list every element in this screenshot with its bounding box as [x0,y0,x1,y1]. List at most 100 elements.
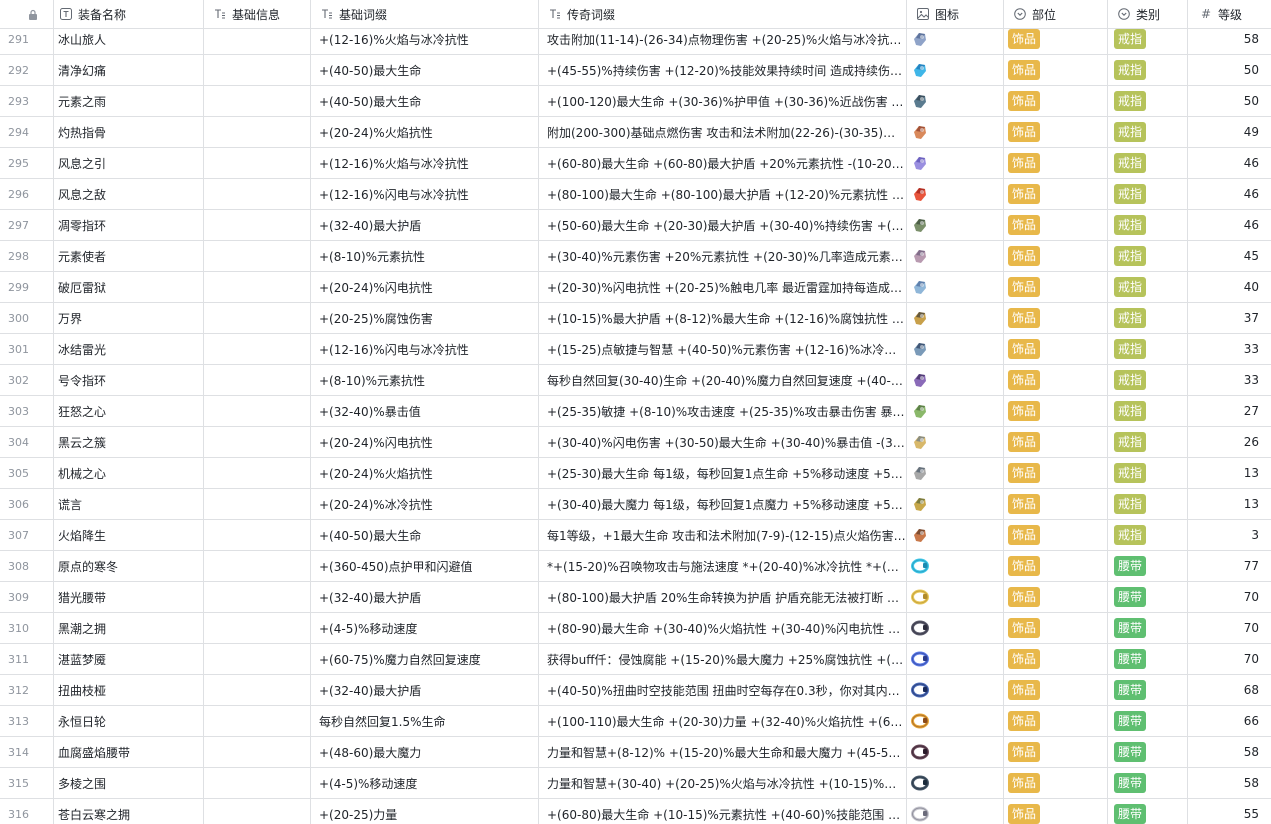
table-row[interactable]: 297 凋零指环 +(32-40)最大护盾 +(50-60)最大生命 +(20-… [0,210,1271,241]
table-row[interactable]: 295 风息之引 +(12-16)%火焰与冰冷抗性 +(60-80)最大生命 +… [0,148,1271,179]
basic-info-cell[interactable] [204,768,311,798]
category-cell[interactable]: 腰带 [1108,675,1188,705]
base-affix-cell[interactable]: +(40-50)最大生命 [311,86,539,116]
equipment-name-cell[interactable]: 破厄雷狱 [54,272,204,302]
part-cell[interactable]: 饰品 [1004,706,1108,736]
base-affix-cell[interactable]: +(32-40)最大护盾 [311,582,539,612]
equipment-name-cell[interactable]: 扭曲枝桠 [54,675,204,705]
basic-info-cell[interactable] [204,520,311,550]
part-cell[interactable]: 饰品 [1004,551,1108,581]
icon-cell[interactable] [907,675,1004,705]
level-cell[interactable]: 37 [1188,303,1271,333]
category-cell[interactable]: 戒指 [1108,117,1188,147]
column-header-base[interactable]: 基础词缀 [311,0,539,28]
ring-icon[interactable] [911,309,929,327]
base-affix-cell[interactable]: +(40-50)最大生命 [311,55,539,85]
level-cell[interactable]: 49 [1188,117,1271,147]
icon-cell[interactable] [907,55,1004,85]
table-row[interactable]: 302 号令指环 +(8-10)%元素抗性 每秒自然回复(30-40)生命 +(… [0,365,1271,396]
base-affix-cell[interactable]: +(8-10)%元素抗性 [311,365,539,395]
icon-cell[interactable] [907,768,1004,798]
column-header-info[interactable]: 基础信息 [204,0,311,28]
icon-cell[interactable] [907,427,1004,457]
part-cell[interactable]: 饰品 [1004,427,1108,457]
part-cell[interactable]: 饰品 [1004,179,1108,209]
category-cell[interactable]: 戒指 [1108,86,1188,116]
legendary-affix-cell[interactable]: 每1等级，+1最大生命 攻击和法术附加(7-9)-(12-15)点火焰伤害 +(… [539,520,907,550]
icon-cell[interactable] [907,179,1004,209]
category-cell[interactable]: 腰带 [1108,799,1188,824]
ring-icon[interactable] [911,402,929,420]
ring-icon[interactable] [911,185,929,203]
level-cell[interactable]: 45 [1188,241,1271,271]
table-row[interactable]: 299 破厄雷狱 +(20-24)%闪电抗性 +(20-30)%闪电抗性 +(2… [0,272,1271,303]
category-cell[interactable]: 戒指 [1108,303,1188,333]
icon-cell[interactable] [907,489,1004,519]
ring-icon[interactable] [911,154,929,172]
part-cell[interactable]: 饰品 [1004,334,1108,364]
base-affix-cell[interactable]: +(40-50)最大生命 [311,520,539,550]
basic-info-cell[interactable] [204,737,311,767]
base-affix-cell[interactable]: +(8-10)%元素抗性 [311,241,539,271]
equipment-name-cell[interactable]: 血腐盛焰腰带 [54,737,204,767]
part-cell[interactable]: 饰品 [1004,303,1108,333]
table-row[interactable]: 312 扭曲枝桠 +(32-40)最大护盾 +(40-50)%扭曲时空技能范围 … [0,675,1271,706]
basic-info-cell[interactable] [204,55,311,85]
category-cell[interactable]: 戒指 [1108,520,1188,550]
base-affix-cell[interactable]: +(60-75)%魔力自然回复速度 [311,644,539,674]
belt-icon[interactable] [911,619,929,637]
belt-icon[interactable] [911,774,929,792]
legendary-affix-cell[interactable]: +(60-80)最大生命 +(60-80)最大护盾 +20%元素抗性 -(10-… [539,148,907,178]
legendary-affix-cell[interactable]: *+(15-20)%召唤物攻击与施法速度 *+(20-40)%冰冷抗性 *+(8… [539,551,907,581]
basic-info-cell[interactable] [204,210,311,240]
column-header-category[interactable]: 类别 [1108,0,1188,28]
lock-column-header[interactable] [0,0,54,28]
base-affix-cell[interactable]: +(20-24)%闪电抗性 [311,427,539,457]
legendary-affix-cell[interactable]: +(15-25)点敏捷与智慧 +(40-50)%元素伤害 +(12-16)%冰冷… [539,334,907,364]
part-cell[interactable]: 饰品 [1004,613,1108,643]
equipment-name-cell[interactable]: 多棱之围 [54,768,204,798]
base-affix-cell[interactable]: +(4-5)%移动速度 [311,768,539,798]
table-row[interactable]: 315 多棱之围 +(4-5)%移动速度 力量和智慧+(30-40) +(20-… [0,768,1271,799]
icon-cell[interactable] [907,706,1004,736]
equipment-name-cell[interactable]: 冰结雷光 [54,334,204,364]
part-cell[interactable]: 饰品 [1004,799,1108,824]
column-header-part[interactable]: 部位 [1004,0,1108,28]
basic-info-cell[interactable] [204,396,311,426]
equipment-name-cell[interactable]: 号令指环 [54,365,204,395]
level-cell[interactable]: 3 [1188,520,1271,550]
column-header-legend[interactable]: 传奇词缀 [539,0,907,28]
basic-info-cell[interactable] [204,799,311,824]
table-row[interactable]: 294 灼热指骨 +(20-24)%火焰抗性 附加(200-300)基础点燃伤害… [0,117,1271,148]
table-row[interactable]: 296 风息之敌 +(12-16)%闪电与冰冷抗性 +(80-100)最大生命 … [0,179,1271,210]
part-cell[interactable]: 饰品 [1004,117,1108,147]
equipment-name-cell[interactable]: 灼热指骨 [54,117,204,147]
table-row[interactable]: 307 火焰降生 +(40-50)最大生命 每1等级，+1最大生命 攻击和法术附… [0,520,1271,551]
equipment-name-cell[interactable]: 元素使者 [54,241,204,271]
table-row[interactable]: 316 苍白云寒之拥 +(20-25)力量 +(60-80)最大生命 +(10-… [0,799,1271,824]
icon-cell[interactable] [907,644,1004,674]
level-cell[interactable]: 46 [1188,210,1271,240]
base-affix-cell[interactable]: +(12-16)%闪电与冰冷抗性 [311,179,539,209]
legendary-affix-cell[interactable]: +(40-50)%扭曲时空技能范围 扭曲时空每存在0.3秒，你对其内的敌... [539,675,907,705]
basic-info-cell[interactable] [204,613,311,643]
category-cell[interactable]: 戒指 [1108,179,1188,209]
belt-icon[interactable] [911,588,929,606]
base-affix-cell[interactable]: +(32-40)最大护盾 [311,675,539,705]
icon-cell[interactable] [907,117,1004,147]
level-cell[interactable]: 27 [1188,396,1271,426]
legendary-affix-cell[interactable]: +(100-110)最大生命 +(20-30)力量 +(32-40)%火焰抗性 … [539,706,907,736]
table-row[interactable]: 304 黑云之簇 +(20-24)%闪电抗性 +(30-40)%闪电伤害 +(3… [0,427,1271,458]
equipment-name-cell[interactable]: 风息之引 [54,148,204,178]
level-cell[interactable]: 46 [1188,148,1271,178]
column-header-level[interactable]: # 等级 [1188,0,1271,28]
icon-cell[interactable] [907,737,1004,767]
table-row[interactable]: 305 机械之心 +(20-24)%火焰抗性 +(25-30)最大生命 每1级，… [0,458,1271,489]
ring-icon[interactable] [911,92,929,110]
ring-icon[interactable] [911,278,929,296]
table-row[interactable]: 298 元素使者 +(8-10)%元素抗性 +(30-40)%元素伤害 +20%… [0,241,1271,272]
ring-icon[interactable] [911,123,929,141]
category-cell[interactable]: 腰带 [1108,613,1188,643]
legendary-affix-cell[interactable]: +(60-80)最大生命 +(10-15)%元素抗性 +(40-60)%技能范围… [539,799,907,824]
basic-info-cell[interactable] [204,334,311,364]
